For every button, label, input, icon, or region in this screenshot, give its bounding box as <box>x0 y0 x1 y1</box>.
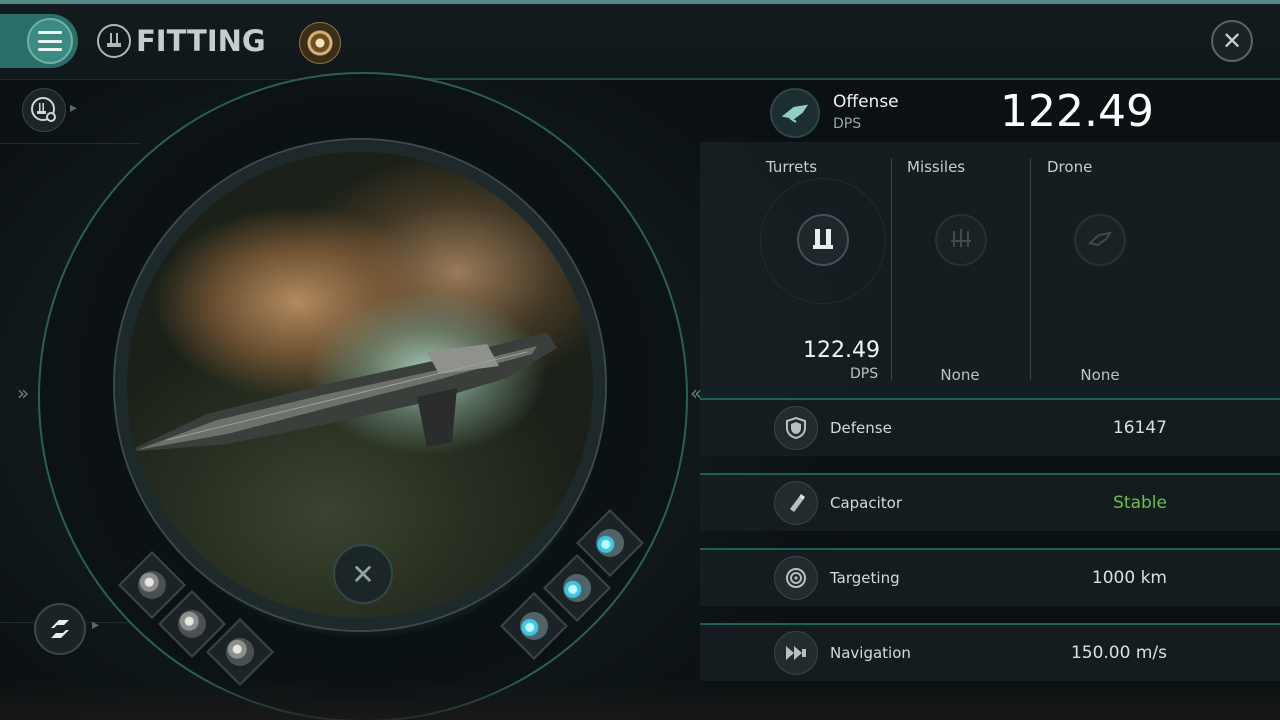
offense-sublabel: DPS <box>833 116 862 132</box>
turrets-dps-value: 122.49 <box>803 338 880 363</box>
swap-expand-arrow: ▸ <box>92 617 100 633</box>
targeting-icon <box>774 556 818 600</box>
stat-label: Defense <box>830 419 892 437</box>
stat-value: 150.00 m/s <box>1070 643 1167 663</box>
column-divider <box>891 158 892 380</box>
stat-row-defense[interactable]: Defense 16147 <box>700 398 1280 456</box>
close-icon: ✕ <box>1221 27 1243 55</box>
module-icon <box>596 529 624 557</box>
module-icon <box>563 574 591 602</box>
stat-row-navigation[interactable]: Navigation 150.00 m/s <box>700 623 1280 681</box>
turrets-title: Turrets <box>766 158 818 176</box>
shield-icon <box>774 406 818 450</box>
turrets-dps-unit: DPS <box>850 366 879 382</box>
module-icon <box>178 610 206 638</box>
offense-icon <box>770 88 820 138</box>
missile-icon <box>935 214 987 266</box>
stat-row-capacitor[interactable]: Capacitor Stable <box>700 473 1280 531</box>
stat-value: 16147 <box>1112 418 1167 438</box>
missiles-title: Missiles <box>907 158 966 176</box>
capacitor-icon <box>774 481 818 525</box>
collapse-right-chevron[interactable]: « <box>690 381 702 405</box>
module-icon <box>520 612 548 640</box>
fitting-icon <box>97 24 131 58</box>
bottom-fade <box>0 682 1280 720</box>
settings-expand-arrow: ▸ <box>70 100 78 116</box>
left-divider <box>0 143 140 144</box>
stat-label: Targeting <box>830 569 900 587</box>
stat-value: Stable <box>1113 493 1167 513</box>
menu-button[interactable] <box>0 14 78 68</box>
close-icon: ✕ <box>351 557 375 591</box>
stat-label: Capacitor <box>830 494 903 512</box>
hamburger-menu-icon <box>27 18 73 64</box>
stat-value: 1000 km <box>1091 568 1167 588</box>
missiles-value: None <box>940 366 980 384</box>
module-icon <box>226 638 254 666</box>
fitting-settings-button[interactable] <box>22 88 66 132</box>
page-title: FITTING <box>136 24 266 58</box>
navigation-icon <box>774 631 818 675</box>
column-divider <box>1030 158 1031 380</box>
offense-label: Offense <box>833 92 899 112</box>
drone-value: None <box>1080 366 1120 384</box>
fitting-settings-icon <box>31 97 56 122</box>
swap-ship-icon <box>51 620 69 638</box>
offense-dps-value: 122.49 <box>1000 86 1154 137</box>
close-button[interactable]: ✕ <box>1211 20 1253 62</box>
center-close-button[interactable]: ✕ <box>333 544 393 604</box>
swap-ship-button[interactable] <box>34 603 86 655</box>
module-icon <box>138 571 166 599</box>
stat-row-targeting[interactable]: Targeting 1000 km <box>700 548 1280 606</box>
stat-label: Navigation <box>830 644 911 662</box>
expand-left-chevron[interactable]: » <box>17 381 29 405</box>
drone-title: Drone <box>1047 158 1093 176</box>
turret-icon[interactable] <box>797 214 849 266</box>
header-divider <box>300 78 1280 80</box>
drone-icon <box>1074 214 1126 266</box>
currency-orb-icon[interactable] <box>299 22 341 64</box>
